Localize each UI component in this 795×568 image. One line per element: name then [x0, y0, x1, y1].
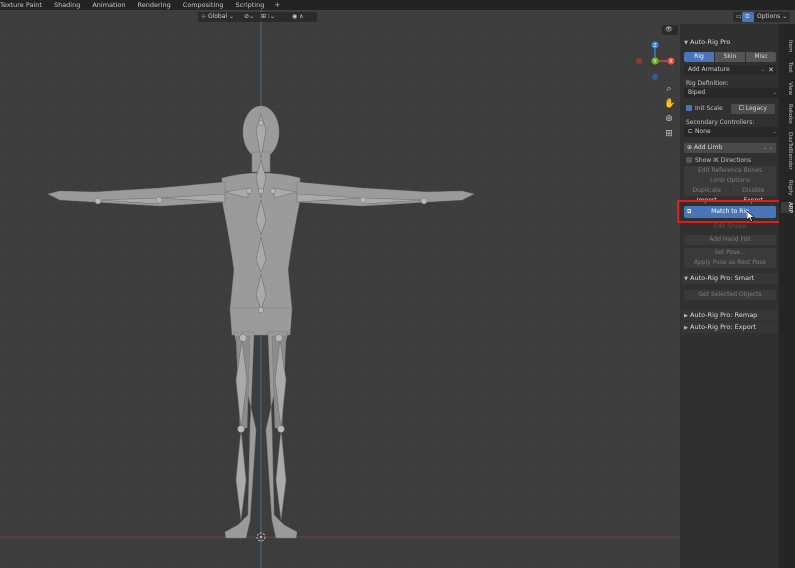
- checkbox-unchecked-icon: [686, 157, 692, 163]
- plus-circle-icon: ⊕: [687, 144, 694, 151]
- tab-rig[interactable]: Rig: [684, 52, 714, 62]
- neg-x-axis-handle: [636, 58, 642, 64]
- sidebar-tab-arp[interactable]: ARP: [781, 202, 793, 213]
- axis-icon: ⊹: [201, 13, 208, 20]
- tab-scripting[interactable]: Scripting: [229, 0, 270, 10]
- rig-definition-label: Rig Definition:: [686, 80, 729, 87]
- tab-skin[interactable]: Skin: [715, 52, 745, 62]
- proportional-edit-button[interactable]: ◉ ∧: [289, 12, 317, 22]
- viewport-grid: [0, 10, 680, 568]
- arp-tab-row: Rig Skin Misc: [684, 52, 776, 62]
- svg-text:X: X: [669, 59, 673, 65]
- export-section-header[interactable]: ▶ Auto-Rig Pro: Export: [682, 322, 778, 333]
- duplicate-disable-row: Duplicate Disable: [684, 186, 776, 196]
- tab-compositing[interactable]: Compositing: [177, 0, 230, 10]
- get-selected-objects-button[interactable]: Get Selected Objects: [684, 290, 776, 300]
- collapse-triangle-icon: ▼: [684, 40, 688, 46]
- tab-animation[interactable]: Animation: [86, 0, 131, 10]
- close-icon[interactable]: ✕: [766, 65, 776, 75]
- edit-shape-button[interactable]: Edit Shape: [684, 222, 776, 232]
- transform-orientation-dropdown[interactable]: ⊹ Global ⌄: [198, 12, 242, 22]
- collapse-triangle-icon: ▼: [684, 276, 688, 282]
- workspace-bar: Texture Paint Shading Animation Renderin…: [0, 0, 795, 10]
- expand-triangle-icon: ▶: [684, 325, 688, 331]
- remap-section-header[interactable]: ▶ Auto-Rig Pro: Remap: [682, 310, 778, 321]
- init-scale-checkbox[interactable]: Init Scale: [686, 104, 723, 114]
- snap-dropdown[interactable]: ⊞ ⁝⌄: [258, 12, 292, 22]
- auto-rig-pro-header[interactable]: ▼ Auto-Rig Pro: [682, 37, 778, 48]
- legacy-icon: ⧠: [739, 105, 746, 112]
- checkbox-checked-icon: [686, 105, 692, 111]
- view-object-types-icon[interactable]: 👁: [662, 25, 678, 35]
- perspective-grid-icon[interactable]: ⊞: [664, 129, 674, 139]
- highlight-box: [677, 200, 789, 223]
- navigation-gizmo[interactable]: Z X Y: [634, 38, 678, 82]
- add-hand-fist-button[interactable]: Add Hand Fist: [684, 235, 776, 245]
- smart-section-header[interactable]: ▼ Auto-Rig Pro: Smart: [682, 273, 778, 284]
- secondary-controllers-dropdown[interactable]: ⊏ None ⌄: [684, 127, 780, 137]
- limb-options-button[interactable]: Limb Options: [684, 176, 776, 186]
- svg-text:Z: Z: [653, 43, 657, 49]
- tab-texture-paint[interactable]: Texture Paint: [0, 0, 48, 10]
- controller-icon: ⊏: [688, 128, 695, 135]
- show-ik-directions-checkbox[interactable]: Show IK Directions: [686, 156, 751, 166]
- pan-hand-icon[interactable]: ✋: [664, 99, 675, 109]
- sidebar-tab-tool[interactable]: Tool: [781, 62, 793, 73]
- duplicate-button[interactable]: Duplicate: [684, 186, 730, 196]
- mouse-cursor-icon: [747, 211, 755, 222]
- edit-reference-bones-button[interactable]: Edit Reference Bones: [684, 166, 776, 176]
- sidebar-tab-daztoblender[interactable]: DazToBlender: [781, 132, 793, 170]
- 3d-viewport[interactable]: [0, 10, 680, 568]
- zoom-icon[interactable]: ⌕: [664, 84, 674, 94]
- tab-rendering[interactable]: Rendering: [132, 0, 177, 10]
- add-limb-dropdown[interactable]: ⊕ Add Limb ⌄ ⌄: [684, 143, 776, 153]
- options-dropdown[interactable]: Options ⌄: [754, 12, 790, 22]
- secondary-controllers-label: Secondary Controllers:: [686, 119, 755, 126]
- expand-triangle-icon: ▶: [684, 313, 688, 319]
- add-workspace-button[interactable]: +: [270, 1, 284, 9]
- camera-icon[interactable]: ⊛: [664, 114, 674, 124]
- rig-definition-dropdown[interactable]: Biped ⌄: [684, 88, 780, 98]
- disable-button[interactable]: Disable: [730, 186, 776, 196]
- tab-misc[interactable]: Misc: [746, 52, 776, 62]
- neg-z-axis-handle: [652, 74, 658, 80]
- sidebar-tab-strip: Item Tool View Rokoko DazToBlender Rigif…: [779, 24, 795, 568]
- set-pose-button[interactable]: Set Pose...: [684, 248, 776, 258]
- sidebar-tab-rigify[interactable]: Rigify: [781, 180, 793, 195]
- sidebar-tab-rokoko[interactable]: Rokoko: [781, 104, 793, 124]
- apply-pose-as-rest-button[interactable]: Apply Pose as Rest Pose: [684, 258, 776, 268]
- xray-icon[interactable]: ⧉: [742, 12, 754, 22]
- sidebar-tab-item[interactable]: Item: [781, 40, 793, 53]
- sidebar-tab-view[interactable]: View: [781, 82, 793, 95]
- add-armature-dropdown[interactable]: Add Armature ⌄: [684, 65, 768, 75]
- tab-shading[interactable]: Shading: [48, 0, 86, 10]
- legacy-button[interactable]: ⧠ Legacy: [731, 104, 775, 114]
